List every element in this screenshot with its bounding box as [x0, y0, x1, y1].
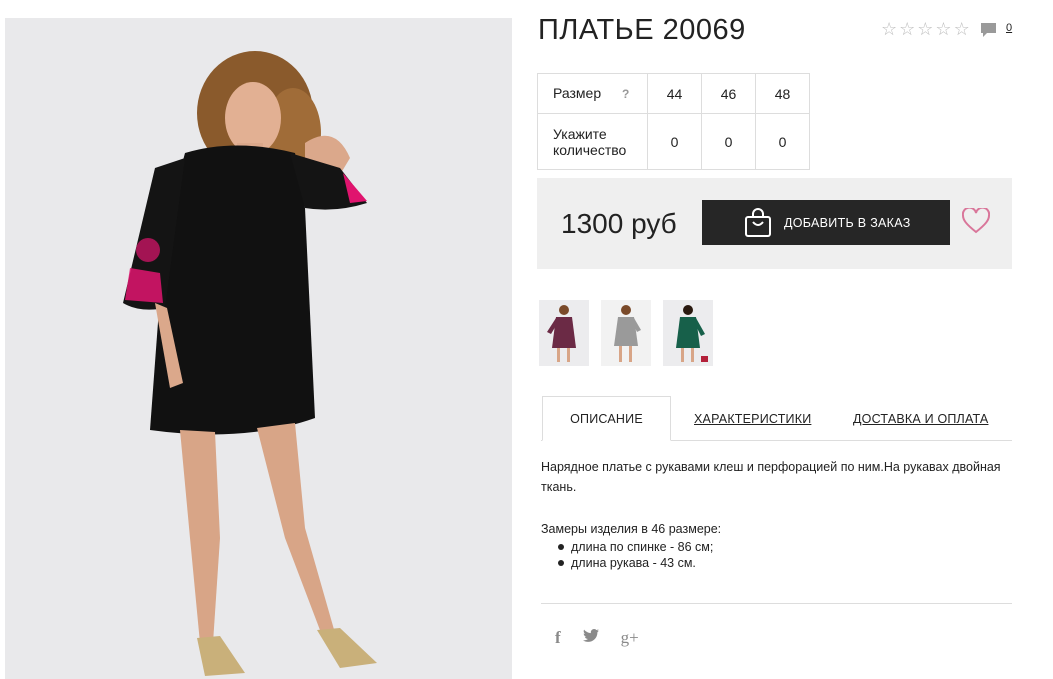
help-icon[interactable]: ?: [622, 87, 629, 101]
purchase-box: 1300 руб ДОБАВИТЬ В ЗАКАЗ: [537, 178, 1012, 269]
star-icon[interactable]: ☆: [954, 20, 970, 38]
quantity-label-line1: Укажите: [553, 125, 607, 142]
google-plus-icon[interactable]: g+: [621, 628, 639, 648]
twitter-icon[interactable]: [582, 629, 599, 647]
thumbnail-purple[interactable]: [539, 300, 589, 366]
thumbnail-grey[interactable]: [601, 300, 651, 366]
size-option: 46: [701, 73, 756, 114]
quantity-input-44[interactable]: 0: [647, 113, 702, 170]
tab-description[interactable]: ОПИСАНИЕ: [542, 396, 671, 441]
size-option: 44: [647, 73, 702, 114]
star-icon[interactable]: ☆: [881, 20, 897, 38]
size-option: 48: [755, 73, 810, 114]
product-photo[interactable]: [5, 18, 512, 679]
quantity-label-cell: Укажите количество: [537, 113, 648, 170]
social-share: f g+: [555, 628, 639, 648]
quantity-row: Укажите количество 0 0 0: [537, 113, 810, 170]
facebook-icon[interactable]: f: [555, 628, 561, 648]
product-title: ПЛАТЬЕ 20069: [538, 14, 746, 46]
add-to-order-button[interactable]: ДОБАВИТЬ В ЗАКАЗ: [702, 200, 950, 245]
dress-thumbnail-image: [663, 300, 713, 366]
tab-characteristics[interactable]: ХАРАКТЕРИСТИКИ: [694, 396, 811, 441]
model-illustration: [5, 18, 512, 679]
rating-stars[interactable]: ☆ ☆ ☆ ☆ ☆: [881, 20, 970, 38]
size-table: Размер ? 44 46 48 Укажите количество 0 0…: [537, 73, 810, 170]
measurement-item: длина рукава - 43 см.: [557, 555, 1011, 571]
measurement-item: длина по спинке - 86 см;: [557, 539, 1011, 555]
star-icon[interactable]: ☆: [917, 20, 933, 38]
size-label: Размер: [553, 85, 602, 101]
description-panel: Нарядное платье с рукавами клеш и перфор…: [541, 457, 1011, 571]
size-label-cell: Размер ?: [537, 73, 648, 114]
description-text: Нарядное платье с рукавами клеш и перфор…: [541, 460, 1001, 494]
thumbnail-green[interactable]: [663, 300, 713, 366]
quantity-label-line2: количество: [553, 141, 627, 158]
quantity-input-46[interactable]: 0: [701, 113, 756, 170]
price: 1300 руб: [561, 208, 677, 239]
color-thumbnails: [539, 300, 713, 366]
add-to-order-label: ДОБАВИТЬ В ЗАКАЗ: [784, 215, 911, 230]
heart-icon[interactable]: [961, 206, 991, 234]
star-icon[interactable]: ☆: [899, 20, 915, 38]
star-icon[interactable]: ☆: [935, 20, 951, 38]
comments-count[interactable]: 0: [1006, 22, 1012, 34]
comment-icon: [980, 22, 998, 38]
dress-thumbnail-image: [539, 300, 589, 366]
comments-link[interactable]: 0: [980, 22, 1012, 38]
dress-thumbnail-image: [601, 300, 651, 366]
measurements-title: Замеры изделия в 46 размере:: [541, 522, 722, 536]
measurements-list: длина по спинке - 86 см; длина рукава - …: [557, 539, 1011, 571]
divider: [541, 603, 1012, 604]
product-tabs: ОПИСАНИЕ ХАРАКТЕРИСТИКИ ДОСТАВКА И ОПЛАТ…: [541, 396, 1012, 441]
quantity-input-48[interactable]: 0: [755, 113, 810, 170]
tab-delivery-payment[interactable]: ДОСТАВКА И ОПЛАТА: [853, 396, 988, 441]
shopping-bag-icon: [744, 208, 772, 238]
size-row: Размер ? 44 46 48: [537, 73, 810, 114]
